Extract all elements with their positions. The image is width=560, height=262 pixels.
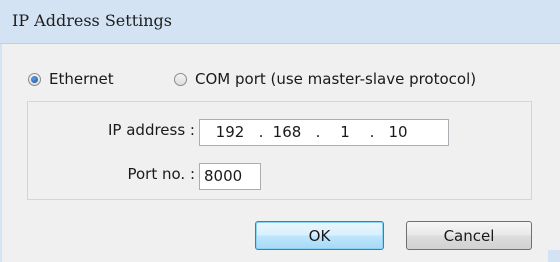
ethernet-label: Ethernet (49, 70, 114, 88)
window-corner (548, 250, 560, 262)
ethernet-settings-group (27, 101, 532, 200)
com-port-radio[interactable]: COM port (use master-slave protocol) (174, 67, 476, 91)
com-port-label: COM port (use master-slave protocol) (195, 70, 477, 88)
ip-octet-4[interactable]: 10 (378, 123, 418, 141)
ip-separator: . (315, 123, 321, 141)
ethernet-radio[interactable]: Ethernet (28, 67, 114, 91)
window-left-edge (0, 44, 2, 262)
radio-unchecked-icon[interactable] (174, 72, 187, 86)
ip-address-settings-dialog: IP Address Settings Ethernet COM port (u… (0, 0, 560, 262)
port-number-field[interactable]: 8000 (199, 163, 261, 190)
dialog-title: IP Address Settings (12, 11, 172, 30)
ip-separator: . (258, 123, 264, 141)
title-bar[interactable]: IP Address Settings (0, 0, 560, 44)
ip-separator: . (369, 123, 375, 141)
ip-octet-3[interactable]: 1 (325, 123, 365, 141)
ok-button[interactable]: OK (255, 221, 384, 250)
port-number-label: Port no. : (127, 165, 195, 183)
ip-octet-1[interactable]: 192 (210, 123, 250, 141)
radio-checked-icon[interactable] (28, 72, 41, 86)
ip-address-label: IP address : (108, 121, 195, 139)
ip-octet-2[interactable]: 168 (267, 123, 307, 141)
cancel-button[interactable]: Cancel (406, 221, 532, 250)
ip-address-field[interactable]: 192 . 168 . 1 . 10 (199, 119, 449, 146)
